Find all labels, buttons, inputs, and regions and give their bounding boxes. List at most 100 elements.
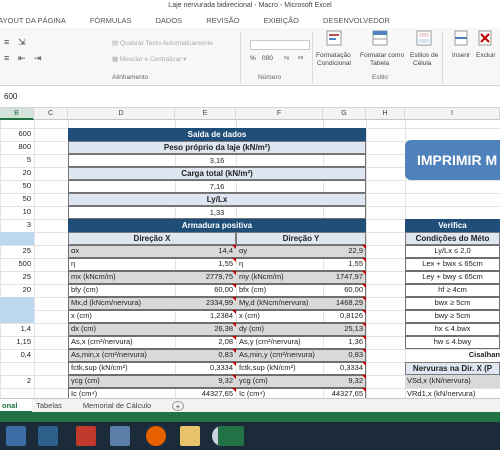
ly-lx-value[interactable]: 1,33: [68, 206, 366, 219]
sheet-tab-active[interactable]: onal: [0, 399, 32, 413]
cell-b-value[interactable]: 500: [0, 258, 34, 271]
column-header-c[interactable]: C: [34, 108, 68, 120]
table-row-value-y[interactable]: 1468,29: [323, 297, 366, 310]
table-row-value-y[interactable]: 1,55: [323, 258, 366, 271]
print-button[interactable]: IMPRIMIR M: [405, 140, 500, 180]
tab-formulas[interactable]: FÓRMULAS: [78, 16, 144, 25]
increase-indent-icon[interactable]: ⇥: [34, 53, 42, 64]
column-header-f[interactable]: F: [236, 108, 323, 120]
table-row-label-y: dy (cm): [239, 324, 264, 333]
file-explorer-icon[interactable]: [180, 426, 200, 446]
insert-icon[interactable]: [454, 30, 468, 46]
percent-button[interactable]: %: [250, 55, 256, 62]
cell-styles-icon[interactable]: [416, 30, 432, 46]
table-row-value-x[interactable]: 14,4: [175, 245, 236, 258]
cell-b-value[interactable]: 3: [0, 219, 34, 232]
cell-b-value[interactable]: 1,15: [0, 336, 34, 349]
format-as-table-icon[interactable]: [372, 30, 388, 46]
orientation-icon[interactable]: ⇲: [18, 37, 26, 48]
column-header-h[interactable]: H: [366, 108, 405, 120]
add-sheet-button[interactable]: +: [172, 401, 184, 411]
table-row-value-x[interactable]: 2779,75: [175, 271, 236, 284]
cell-b-value[interactable]: 0,4: [0, 349, 34, 362]
tab-dados[interactable]: DADOS: [144, 16, 195, 25]
cell-b-value[interactable]: 5: [0, 154, 34, 167]
table-row-value-y[interactable]: 22,9: [323, 245, 366, 258]
table-row-label-y: γcg (cm): [239, 376, 268, 385]
table-row-value-y[interactable]: 60,00: [323, 284, 366, 297]
conditional-formatting-label-1: Formatação: [316, 52, 351, 59]
number-format-dropdown[interactable]: [250, 40, 310, 50]
table-row-value-y[interactable]: 44327,65: [323, 388, 366, 398]
table-row-value-x[interactable]: 0,3334: [175, 362, 236, 375]
table-row-value-x[interactable]: 2334,99: [175, 297, 236, 310]
column-header-i[interactable]: I: [405, 108, 500, 120]
verif-condition: hx ≤ 4.bwx: [434, 324, 471, 333]
star-app-icon[interactable]: [76, 426, 96, 446]
table-row-value-x[interactable]: 9,32: [175, 375, 236, 388]
table-row-value-x[interactable]: 1,2384: [175, 310, 236, 323]
styles-group-label: Estilo: [372, 74, 388, 81]
cell-b-value[interactable]: 25: [0, 271, 34, 284]
cell-b-value[interactable]: 800: [0, 141, 34, 154]
cell-b-value[interactable]: 20: [0, 284, 34, 297]
table-row-value-y[interactable]: 0,3334: [323, 362, 366, 375]
formula-bar[interactable]: 600: [0, 86, 500, 108]
conditional-formatting-icon[interactable]: [326, 30, 342, 46]
merge-center-button[interactable]: ▦ Mesclar e Centralizar ▾: [112, 55, 186, 63]
table-row-value-x[interactable]: 44327,65: [175, 388, 236, 398]
carga-value[interactable]: 7,16: [68, 180, 366, 193]
table-row-label-y: my (kNcm/m): [239, 272, 284, 281]
table-row-value-x[interactable]: 0,83: [175, 349, 236, 362]
excel-icon[interactable]: [218, 426, 244, 446]
table-row-value-x[interactable]: 2,08: [175, 336, 236, 349]
sheet-tab-memorial[interactable]: Memorial de Cálculo: [72, 399, 162, 413]
document-icon[interactable]: [110, 426, 130, 446]
verif-condition: Lex + bwx ≤ 65cm: [422, 259, 483, 268]
table-row-value-x[interactable]: 1,55: [175, 258, 236, 271]
verif-condition: Ly/Lx ≤ 2,0: [434, 246, 471, 255]
column-header-b[interactable]: B: [0, 108, 34, 120]
formula-bar-value[interactable]: 600: [4, 92, 17, 101]
table-row-value-y[interactable]: 0,8126: [323, 310, 366, 323]
column-header-e[interactable]: E: [175, 108, 236, 120]
decrease-decimal-icon[interactable]: ⁰⁰: [298, 55, 303, 63]
table-row-value-y[interactable]: 0,83: [323, 349, 366, 362]
worksheet-grid[interactable]: 600 800 5 20 50 50 10 3 25 500 25 20 1,4 1,15 0,4 2 Saíd…: [0, 120, 500, 398]
tab-desenvolvedor[interactable]: DESENVOLVEDOR: [311, 16, 402, 25]
computer-icon[interactable]: [6, 426, 26, 446]
cell-b-value[interactable]: 2: [0, 375, 34, 388]
cell-b-value[interactable]: 50: [0, 193, 34, 206]
tab-revisao[interactable]: REVISÃO: [194, 16, 251, 25]
table-row-value-y[interactable]: 1,36: [323, 336, 366, 349]
decrease-indent-icon[interactable]: ⇤: [18, 53, 26, 64]
col-b-section-band: [0, 232, 34, 245]
firefox-icon[interactable]: [146, 426, 166, 446]
sheet-tab-tabelas[interactable]: Tabelas: [32, 399, 66, 413]
align-right-icon[interactable]: ≡: [4, 53, 9, 63]
table-row-value-x[interactable]: 26,38: [175, 323, 236, 336]
table-row-value-y[interactable]: 9,32: [323, 375, 366, 388]
cell-b-value[interactable]: 25: [0, 245, 34, 258]
cell-b-value[interactable]: 20: [0, 167, 34, 180]
text-direction-icon[interactable]: ≡: [4, 37, 9, 47]
app-icon[interactable]: [38, 426, 58, 446]
column-header-g[interactable]: G: [323, 108, 366, 120]
cell-b-value[interactable]: 10: [0, 206, 34, 219]
table-row-label-y: x (cm): [239, 311, 260, 320]
cell-b-value[interactable]: 1,4: [0, 323, 34, 336]
increase-decimal-icon[interactable]: ⁰⁸: [284, 55, 289, 63]
table-row-value-x[interactable]: 60,00: [175, 284, 236, 297]
delete-icon[interactable]: [478, 30, 492, 46]
table-row-value-y[interactable]: 1747,97: [323, 271, 366, 284]
cell-b-value[interactable]: 600: [0, 128, 34, 141]
table-row-value-y[interactable]: 25,13: [323, 323, 366, 336]
tab-layout[interactable]: LAYOUT DA PÁGINA: [0, 16, 78, 25]
peso-value[interactable]: 3,16: [68, 154, 366, 167]
wrap-text-button[interactable]: ▤ Quebrar Texto Automaticamente: [112, 39, 213, 47]
thousands-button[interactable]: 000: [262, 55, 273, 62]
table-row-label-y: Ic (cm⁴): [239, 389, 266, 398]
tab-exibicao[interactable]: EXIBIÇÃO: [252, 16, 311, 25]
cell-b-value[interactable]: 50: [0, 180, 34, 193]
column-header-d[interactable]: D: [68, 108, 175, 120]
